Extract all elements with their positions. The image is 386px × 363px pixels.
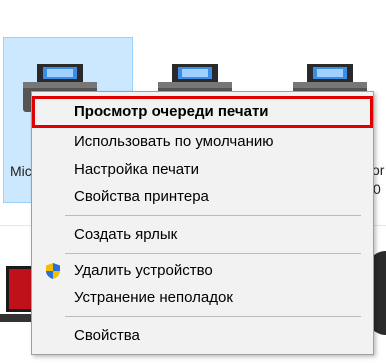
menu-item-label: Свойства <box>74 327 140 344</box>
menu-item-printer-properties[interactable]: Свойства принтера <box>32 184 373 210</box>
menu-separator <box>65 316 361 317</box>
menu-item-printing-preferences[interactable]: Настройка печати <box>32 157 373 183</box>
menu-item-label: Создать ярлык <box>74 226 178 243</box>
menu-item-label: Удалить устройство <box>74 262 213 279</box>
context-menu: Просмотр очереди печати Использовать по … <box>31 91 374 355</box>
menu-item-properties[interactable]: Свойства <box>32 323 373 349</box>
menu-item-label: Устранение неполадок <box>74 289 233 306</box>
menu-separator <box>65 253 361 254</box>
menu-item-view-print-queue[interactable]: Просмотр очереди печати <box>32 96 373 128</box>
printer-label-suffix: 0 <box>373 181 381 197</box>
menu-item-troubleshoot[interactable]: Устранение неполадок <box>32 285 373 311</box>
printer-label: Mic <box>10 163 32 179</box>
menu-item-label: Свойства принтера <box>74 188 209 205</box>
menu-item-label: Просмотр очереди печати <box>74 103 269 120</box>
menu-item-label: Настройка печати <box>74 161 200 178</box>
menu-item-remove-device[interactable]: Удалить устройство <box>32 258 373 284</box>
menu-item-create-shortcut[interactable]: Создать ярлык <box>32 222 373 248</box>
uac-shield-icon <box>46 263 60 279</box>
menu-item-set-default[interactable]: Использовать по умолчанию <box>32 129 373 155</box>
menu-separator <box>65 215 361 216</box>
menu-item-label: Использовать по умолчанию <box>74 133 274 150</box>
